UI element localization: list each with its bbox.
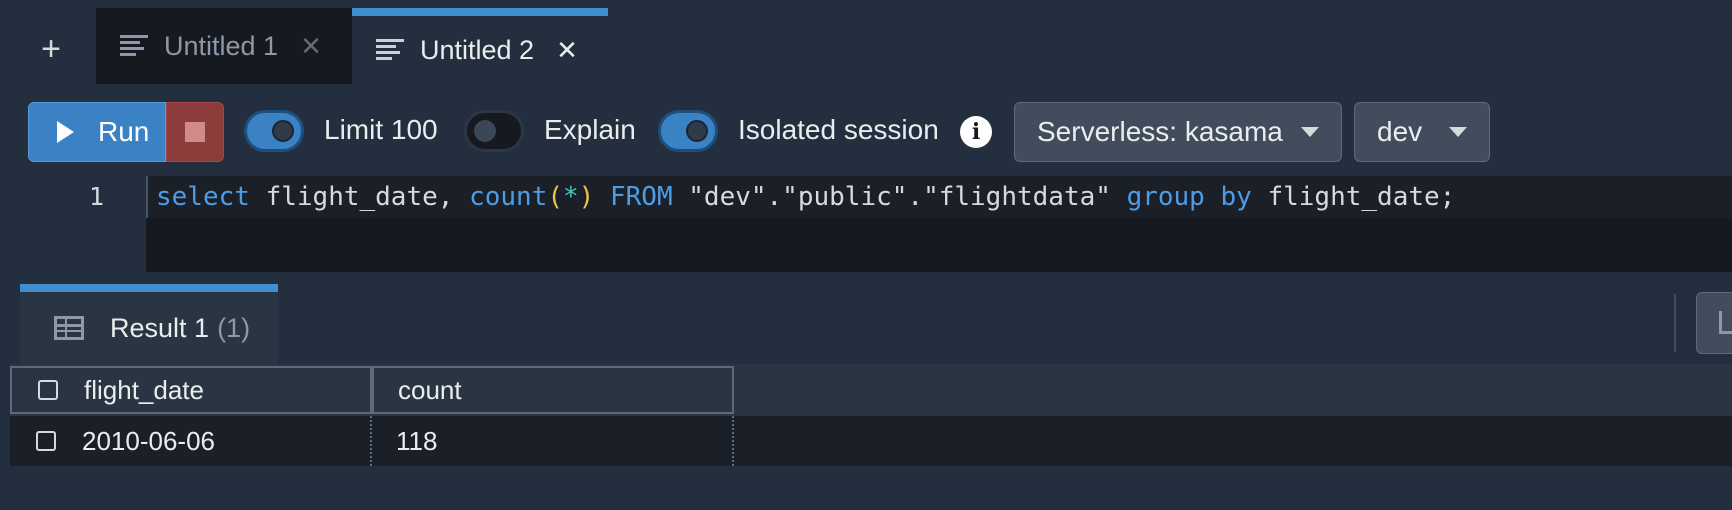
tab-result-1[interactable]: Result 1 (1)	[20, 284, 278, 364]
sql-token: by	[1220, 182, 1252, 212]
column-header-count[interactable]: count	[372, 366, 734, 414]
results-grid: flight_date count 2010-06-06 118	[10, 364, 1732, 510]
sql-token: *	[563, 182, 579, 212]
grid-empty-area	[10, 466, 1732, 510]
sql-token: FROM	[609, 182, 673, 212]
toggle-knob	[686, 120, 708, 142]
sql-token: group	[1126, 182, 1205, 212]
result-tab-label: Result 1	[110, 312, 210, 343]
isolated-session-label: Isolated session	[738, 114, 939, 145]
line-gutter: 1	[10, 176, 146, 272]
workgroup-select[interactable]: Serverless: kasama	[1014, 102, 1342, 162]
export-icon	[1719, 311, 1732, 334]
database-select[interactable]: dev	[1354, 102, 1490, 162]
select-all-checkbox[interactable]	[38, 380, 58, 400]
result-row-count: (1)	[217, 312, 251, 343]
results-header: Result 1 (1)	[10, 284, 1732, 364]
divider	[1674, 294, 1676, 352]
row-checkbox[interactable]	[36, 431, 56, 451]
explain-toggle[interactable]	[464, 110, 524, 152]
sql-token: flight_date;	[1251, 182, 1456, 212]
database-value: dev	[1377, 116, 1423, 147]
toggle-knob	[272, 120, 294, 142]
tab-label: Untitled 1	[164, 30, 279, 61]
sql-token: count	[469, 182, 548, 212]
export-button[interactable]	[1696, 292, 1732, 354]
query-toolbar: Run Limit 100 Explain Isolated session i…	[0, 100, 1732, 166]
sql-editor[interactable]: 1 select flight_date, count(*) FROM "dev…	[10, 176, 1732, 272]
add-tab-icon[interactable]: +	[34, 32, 68, 66]
column-header-label: flight_date	[84, 374, 204, 405]
sql-token: (	[547, 182, 564, 212]
isolated-session-toggle[interactable]	[658, 110, 718, 152]
grid-header: flight_date count	[10, 364, 1732, 416]
sql-token: select	[156, 182, 250, 212]
cell-value: 2010-06-06	[82, 425, 215, 456]
table-cell-count: 118	[372, 416, 734, 466]
stop-button[interactable]	[166, 102, 224, 162]
column-header-label: count	[398, 374, 462, 405]
sql-token: "dev"."public"."flightdata"	[672, 182, 1127, 212]
toggle-knob	[474, 120, 496, 142]
run-button-label: Run	[98, 116, 150, 147]
table-row[interactable]: 2010-06-06 118	[10, 416, 1732, 466]
limit-label: Limit 100	[324, 114, 438, 145]
document-icon	[120, 35, 148, 57]
sql-token: )	[578, 182, 595, 212]
document-icon	[376, 39, 404, 61]
limit-toggle[interactable]	[244, 110, 304, 152]
close-icon[interactable]: ✕	[556, 35, 578, 66]
tab-untitled-2[interactable]: Untitled 2 ✕	[352, 8, 608, 84]
editor-tab-bar: + Untitled 1 ✕ Untitled 2 ✕	[0, 0, 1732, 86]
tab-label: Untitled 2	[420, 34, 535, 65]
workgroup-value: Serverless: kasama	[1037, 116, 1283, 147]
close-icon[interactable]: ✕	[300, 31, 322, 62]
chevron-down-icon	[1449, 127, 1467, 137]
sql-code-line[interactable]: select flight_date, count(*) FROM "dev".…	[156, 182, 1455, 212]
sql-token: flight_date,	[249, 182, 470, 212]
run-button[interactable]: Run	[28, 102, 166, 162]
info-icon[interactable]: i	[960, 116, 992, 148]
stop-icon	[185, 122, 205, 142]
column-header-flight-date[interactable]: flight_date	[10, 366, 372, 414]
play-icon	[57, 121, 74, 143]
cell-value: 118	[396, 425, 438, 456]
explain-label: Explain	[544, 114, 636, 145]
table-icon	[54, 316, 84, 340]
table-cell-flight-date: 2010-06-06	[10, 416, 372, 466]
tab-untitled-1[interactable]: Untitled 1 ✕	[96, 8, 352, 84]
line-number: 1	[88, 182, 104, 211]
chevron-down-icon	[1301, 127, 1319, 137]
